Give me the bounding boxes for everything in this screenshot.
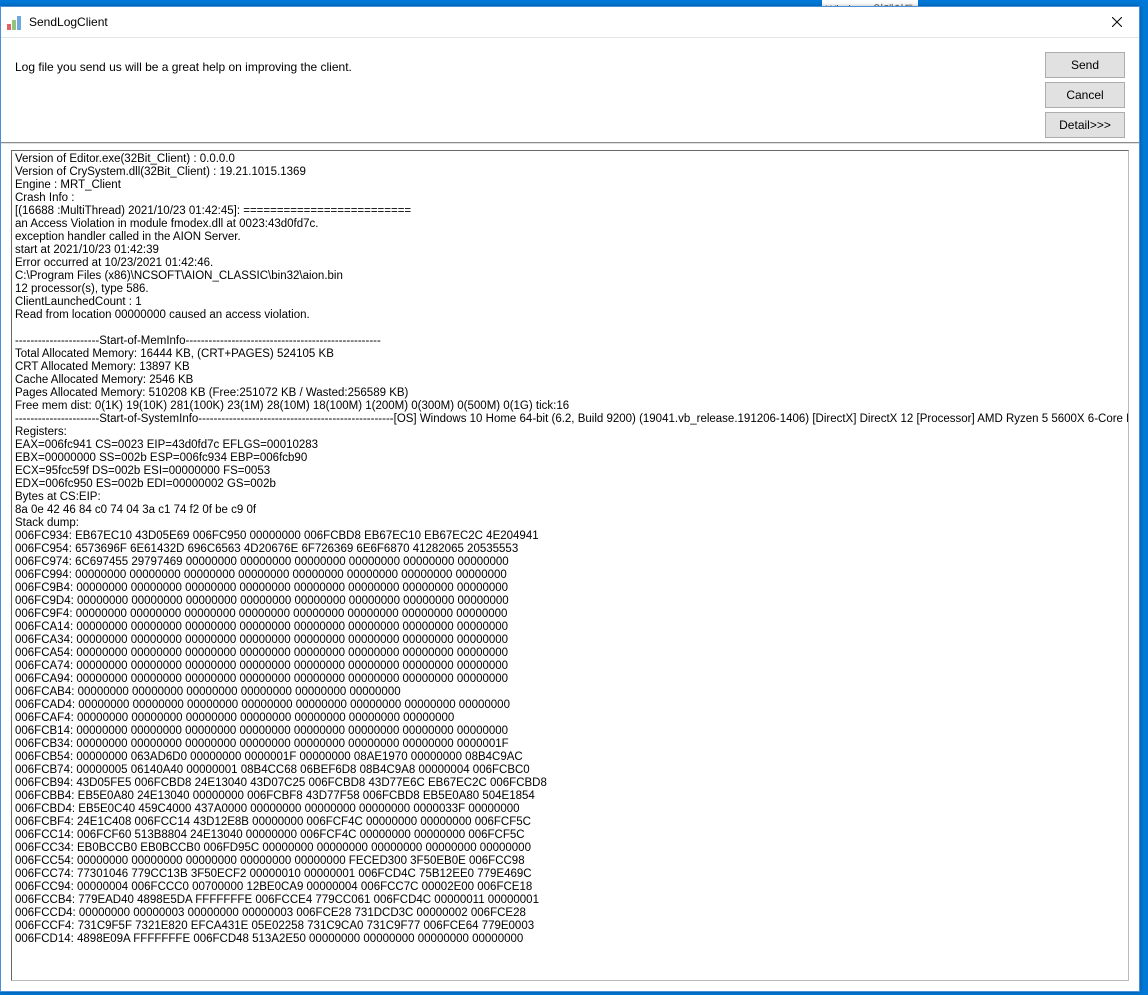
close-icon[interactable] (1095, 7, 1139, 37)
log-text-area[interactable]: Version of Editor.exe(32Bit_Client) : 0.… (12, 151, 1128, 980)
app-icon (7, 14, 23, 30)
cancel-button[interactable]: Cancel (1045, 82, 1125, 108)
window-title: SendLogClient (29, 15, 108, 29)
log-container: Version of Editor.exe(32Bit_Client) : 0.… (11, 150, 1129, 981)
titlebar-buttons (1095, 7, 1139, 37)
upper-area: Log file you send us will be a great hel… (1, 38, 1139, 144)
detail-button[interactable]: Detail>>> (1045, 112, 1125, 138)
sendlogclient-window: SendLogClient Log file you send us will … (0, 6, 1140, 992)
send-button[interactable]: Send (1045, 52, 1125, 78)
intro-text: Log file you send us will be a great hel… (15, 52, 352, 74)
titlebar-left: SendLogClient (7, 14, 108, 30)
button-column: Send Cancel Detail>>> (1045, 52, 1125, 138)
titlebar[interactable]: SendLogClient (1, 7, 1139, 38)
